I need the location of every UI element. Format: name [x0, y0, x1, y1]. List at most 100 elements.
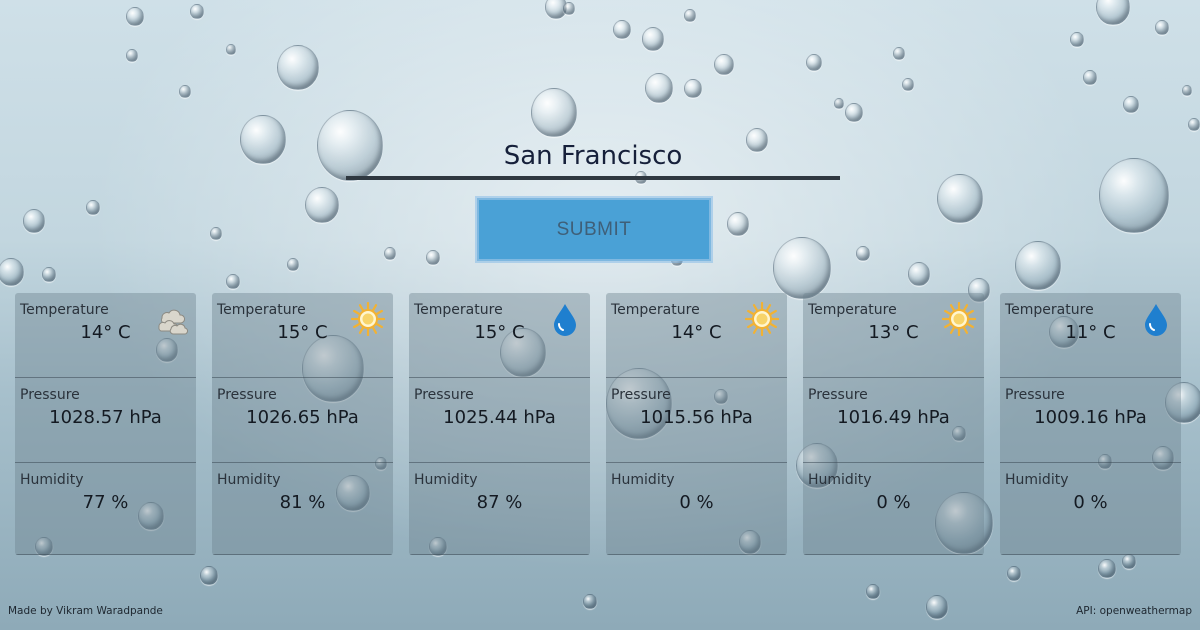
- raindrop: [305, 187, 339, 224]
- raindrop: [1098, 559, 1116, 579]
- temperature-row: Temperature 15° C: [409, 293, 590, 378]
- forecast-card: Temperature 15° C Pressure 1026.65 hPa H…: [212, 293, 393, 555]
- pressure-value: 1025.44 hPa: [443, 407, 556, 428]
- temperature-value: 15° C: [277, 322, 328, 343]
- humidity-row: Humidity 0 %: [606, 463, 787, 555]
- humidity-label: Humidity: [611, 472, 675, 488]
- temperature-label: Temperature: [20, 302, 109, 318]
- raindrop: [902, 78, 914, 91]
- temperature-row: Temperature 13° C: [803, 293, 984, 378]
- humidity-row: Humidity 0 %: [1000, 463, 1181, 555]
- raindrop: [126, 7, 144, 27]
- raindrop: [684, 79, 702, 99]
- raindrop: [1096, 0, 1130, 26]
- raindrop: [645, 73, 673, 103]
- raindrop: [190, 4, 204, 19]
- humidity-value: 0 %: [876, 492, 911, 513]
- humidity-row: Humidity 81 %: [212, 463, 393, 555]
- raindrop: [937, 174, 983, 224]
- temperature-label: Temperature: [611, 302, 700, 318]
- forecast-cards: Temperature 14° C Pressure 1028.57 hPa H…: [15, 293, 1187, 555]
- raindrop: [126, 49, 138, 62]
- raindrop: [893, 47, 905, 60]
- humidity-label: Humidity: [217, 472, 281, 488]
- api-credit: API: openweathermap: [1076, 605, 1192, 617]
- pressure-value: 1015.56 hPa: [640, 407, 753, 428]
- forecast-card: Temperature 14° C Pressure 1028.57 hPa H…: [15, 293, 196, 555]
- pressure-label: Pressure: [414, 387, 474, 403]
- pressure-value: 1009.16 hPa: [1034, 407, 1147, 428]
- pressure-label: Pressure: [611, 387, 671, 403]
- pressure-row: Pressure 1025.44 hPa: [409, 378, 590, 463]
- author-credit: Made by Vikram Waradpande: [8, 605, 163, 617]
- raindrop: [866, 584, 880, 599]
- temperature-row: Temperature 14° C: [15, 293, 196, 378]
- forecast-card: Temperature 11° C Pressure 1009.16 hPa H…: [1000, 293, 1181, 555]
- temperature-value: 13° C: [868, 322, 919, 343]
- raindrop: [200, 566, 218, 586]
- raindrop: [714, 54, 734, 76]
- raindrop: [287, 258, 299, 271]
- forecast-card: Temperature 15° C Pressure 1025.44 hPa H…: [409, 293, 590, 555]
- pressure-value: 1028.57 hPa: [49, 407, 162, 428]
- raindrop: [773, 237, 831, 300]
- raindrop: [384, 247, 396, 260]
- humidity-label: Humidity: [1005, 472, 1069, 488]
- temperature-value: 15° C: [474, 322, 525, 343]
- pressure-label: Pressure: [808, 387, 868, 403]
- pressure-label: Pressure: [217, 387, 277, 403]
- raindrop: [1070, 32, 1084, 47]
- humidity-value: 0 %: [679, 492, 714, 513]
- raindrop: [226, 274, 240, 289]
- search-area: [346, 128, 840, 182]
- raindrop: [1123, 96, 1139, 114]
- raindrop: [926, 595, 948, 619]
- humidity-label: Humidity: [808, 472, 872, 488]
- raindrop: [23, 209, 45, 233]
- humidity-value: 0 %: [1073, 492, 1108, 513]
- raindrop: [426, 250, 440, 265]
- raindrop: [563, 2, 575, 15]
- humidity-row: Humidity 0 %: [803, 463, 984, 555]
- raindrop: [642, 27, 664, 51]
- pressure-row: Pressure 1015.56 hPa: [606, 378, 787, 463]
- pressure-row: Pressure 1028.57 hPa: [15, 378, 196, 463]
- temperature-row: Temperature 11° C: [1000, 293, 1181, 378]
- raindrop: [1155, 20, 1169, 35]
- raindrop: [1188, 118, 1200, 131]
- pressure-label: Pressure: [1005, 387, 1065, 403]
- humidity-row: Humidity 87 %: [409, 463, 590, 555]
- raindrop: [179, 85, 191, 98]
- raindrop: [845, 103, 863, 123]
- temperature-label: Temperature: [808, 302, 897, 318]
- raindrop: [684, 9, 696, 22]
- pressure-row: Pressure 1016.49 hPa: [803, 378, 984, 463]
- raindrop: [1083, 70, 1097, 85]
- humidity-label: Humidity: [20, 472, 84, 488]
- temperature-label: Temperature: [1005, 302, 1094, 318]
- raindrop: [856, 246, 870, 261]
- temperature-value: 14° C: [671, 322, 722, 343]
- pressure-value: 1016.49 hPa: [837, 407, 950, 428]
- temperature-row: Temperature 15° C: [212, 293, 393, 378]
- raindrop: [834, 98, 844, 109]
- raindrop: [613, 20, 631, 40]
- city-input[interactable]: [346, 128, 840, 180]
- raindrop: [42, 267, 56, 282]
- humidity-value: 81 %: [279, 492, 326, 513]
- temperature-value: 11° C: [1065, 322, 1116, 343]
- humidity-value: 77 %: [82, 492, 129, 513]
- raindrop: [1182, 85, 1192, 96]
- raindrop: [1122, 554, 1136, 569]
- temperature-row: Temperature 14° C: [606, 293, 787, 378]
- raindrop: [583, 594, 597, 609]
- submit-button[interactable]: SUBMIT: [477, 198, 711, 261]
- pressure-row: Pressure 1026.65 hPa: [212, 378, 393, 463]
- raindrop: [908, 262, 930, 286]
- raindrop: [210, 227, 222, 240]
- pressure-value: 1026.65 hPa: [246, 407, 359, 428]
- pressure-label: Pressure: [20, 387, 80, 403]
- raindrop: [545, 0, 567, 19]
- temperature-label: Temperature: [217, 302, 306, 318]
- raindrop: [226, 44, 236, 55]
